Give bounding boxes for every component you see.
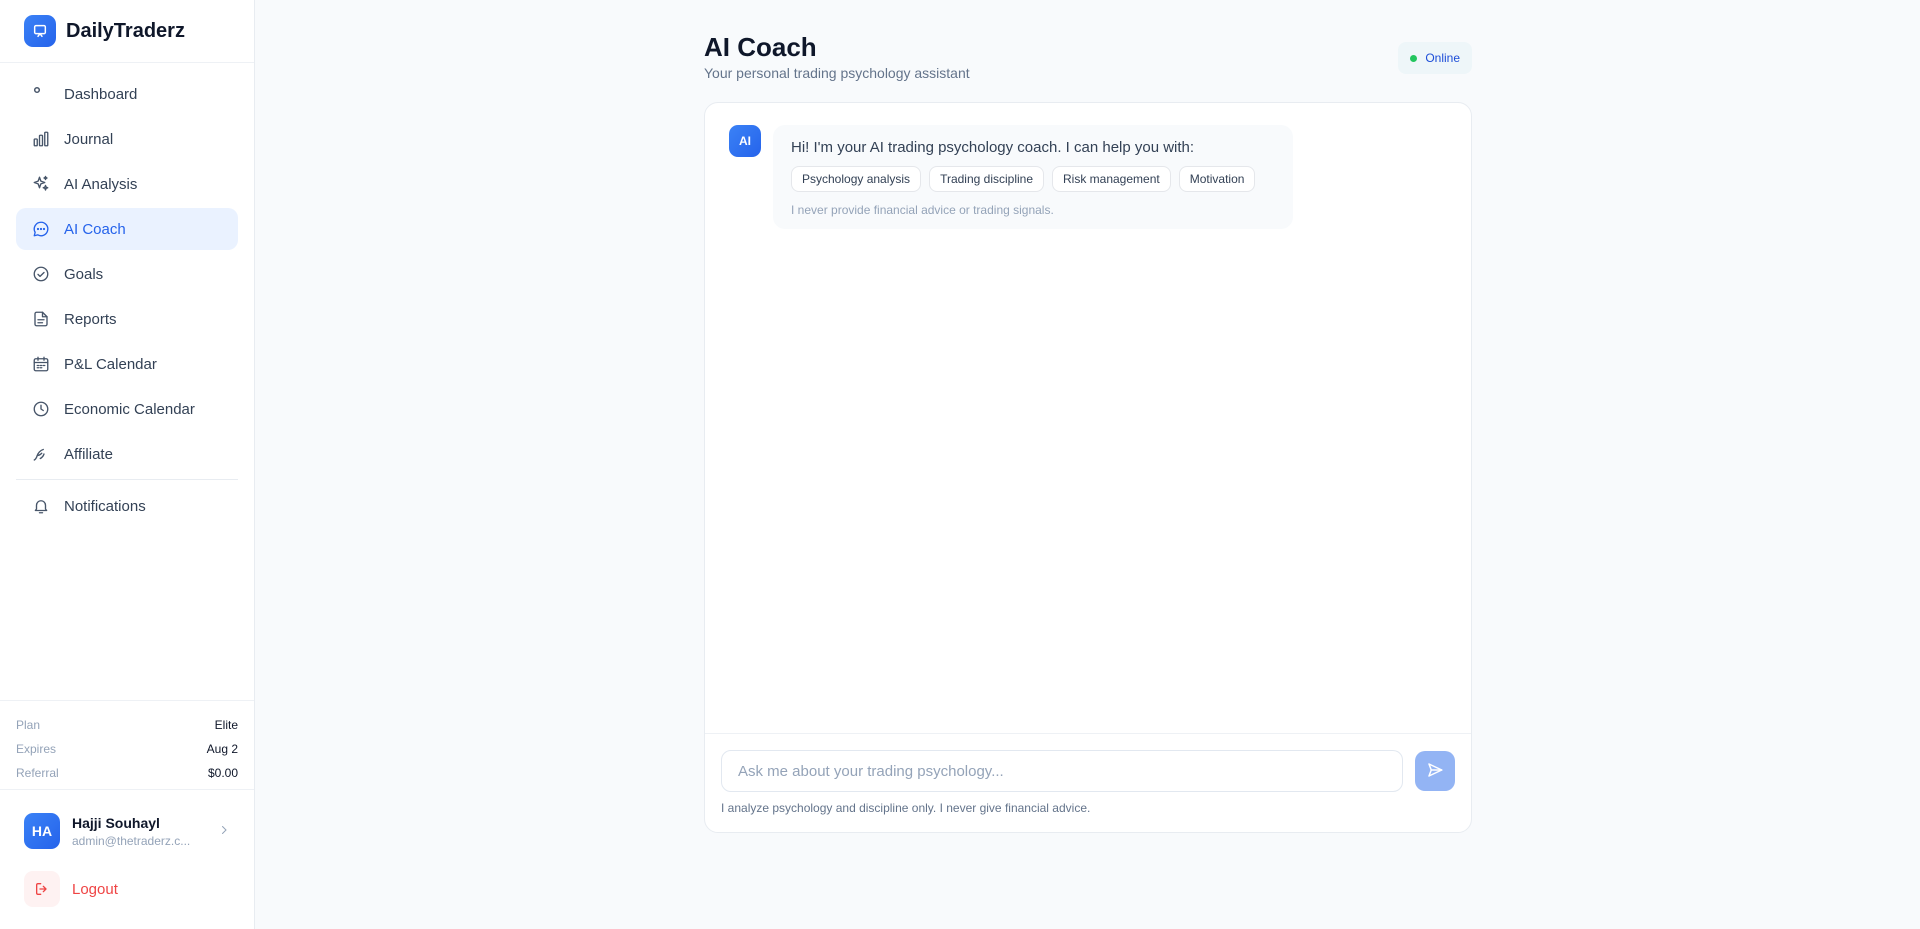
user-panel: HA Hajji Souhayl admin@thetraderz.c... L… — [0, 789, 254, 907]
composer: I analyze psychology and discipline only… — [705, 733, 1471, 815]
sidebar-item-pl-calendar[interactable]: P&L Calendar — [16, 343, 238, 385]
sidebar-item-label: Journal — [64, 130, 114, 148]
chevron-right-icon — [218, 823, 230, 839]
plan-label: Plan — [16, 718, 41, 732]
message-bubble: Hi! I'm your AI trading psychology coach… — [773, 125, 1293, 229]
sidebar-item-label: Goals — [64, 265, 104, 283]
page-title: AI Coach — [704, 32, 817, 62]
sidebar-item-label: AI Coach — [64, 220, 126, 238]
status-text: Online — [1425, 51, 1460, 65]
sidebar: DailyTraderz Dashboard Journal AI Analys… — [0, 0, 255, 929]
chip-risk-management[interactable]: Risk management — [1052, 166, 1171, 192]
document-icon — [32, 310, 50, 328]
expires-value: Aug 2 — [206, 742, 238, 756]
clock-icon — [32, 400, 50, 418]
sidebar-item-ai-analysis[interactable]: AI Analysis — [16, 163, 238, 205]
plan-summary: Plan Elite Expires Aug 2 Referral $0.00 — [0, 700, 254, 785]
check-circle-icon — [32, 265, 50, 283]
expires-label: Expires — [16, 742, 57, 756]
topic-chips: Psychology analysis Trading discipline R… — [791, 166, 1275, 192]
send-button[interactable] — [1415, 751, 1455, 791]
sidebar-item-reports[interactable]: Reports — [16, 298, 238, 340]
ai-avatar: AI — [729, 125, 761, 157]
logout-label: Logout — [72, 880, 118, 898]
sidebar-item-economic-calendar[interactable]: Economic Calendar — [16, 388, 238, 430]
sidebar-item-label: Reports — [64, 310, 117, 328]
sidebar-item-label: Notifications — [64, 497, 146, 515]
referral-value: $0.00 — [207, 766, 238, 780]
chat-panel: AI Hi! I'm your AI trading psychology co… — [704, 102, 1472, 833]
avatar: HA — [24, 813, 60, 849]
sidebar-item-goals[interactable]: Goals — [16, 253, 238, 295]
referral-row: Referral $0.00 — [16, 761, 238, 785]
brand-name: DailyTraderz — [66, 19, 185, 42]
plan-row: Plan Elite — [16, 713, 238, 737]
referral-label: Referral — [16, 766, 59, 780]
brand[interactable]: DailyTraderz — [0, 0, 254, 63]
sparkles-icon — [32, 175, 50, 193]
user-info: Hajji Souhayl admin@thetraderz.c... — [72, 815, 218, 848]
user-email: admin@thetraderz.c... — [72, 833, 191, 848]
chip-psychology-analysis[interactable]: Psychology analysis — [791, 166, 922, 192]
sidebar-nav: Dashboard Journal AI Analysis AI Coach G… — [0, 63, 254, 527]
disclaimer-text: I never provide financial advice or trad… — [791, 203, 1054, 217]
sidebar-item-affiliate[interactable]: Affiliate — [16, 433, 238, 475]
sidebar-item-label: Economic Calendar — [64, 400, 195, 418]
sidebar-item-dashboard[interactable]: Dashboard — [16, 73, 238, 115]
sidebar-item-label: Dashboard — [64, 85, 138, 103]
dot-icon — [32, 85, 50, 103]
nav-divider — [16, 479, 238, 480]
monitor-icon — [24, 15, 56, 47]
plan-value: Elite — [214, 718, 238, 732]
logout-icon — [24, 871, 60, 907]
logout-button[interactable]: Logout — [24, 871, 230, 907]
sidebar-item-label: Affiliate — [64, 445, 113, 463]
sidebar-item-notifications[interactable]: Notifications — [16, 485, 238, 527]
page-subtitle: Your personal trading psychology assista… — [704, 65, 970, 81]
chip-trading-discipline[interactable]: Trading discipline — [929, 166, 1044, 192]
bar-chart-icon — [32, 130, 50, 148]
chat-input[interactable] — [721, 750, 1403, 792]
input-row — [721, 750, 1455, 792]
expires-row: Expires Aug 2 — [16, 737, 238, 761]
send-icon — [1426, 761, 1444, 782]
sidebar-item-journal[interactable]: Journal — [16, 118, 238, 160]
chat-bubble-icon — [32, 220, 50, 238]
chip-motivation[interactable]: Motivation — [1178, 166, 1256, 192]
status-badge: Online — [1398, 42, 1472, 74]
user-name: Hajji Souhayl — [72, 814, 160, 831]
handshake-icon — [32, 445, 50, 463]
sidebar-item-ai-coach[interactable]: AI Coach — [16, 208, 238, 250]
ai-message: AI Hi! I'm your AI trading psychology co… — [729, 125, 1293, 229]
calendar-icon — [32, 355, 50, 373]
online-dot-icon — [1410, 54, 1418, 62]
sidebar-item-label: P&L Calendar — [64, 355, 157, 373]
sidebar-item-label: AI Analysis — [64, 175, 138, 193]
user-profile[interactable]: HA Hajji Souhayl admin@thetraderz.c... — [24, 813, 230, 849]
bell-icon — [32, 497, 50, 515]
composer-note: I analyze psychology and discipline only… — [721, 801, 1091, 815]
greeting-text: Hi! I'm your AI trading psychology coach… — [791, 139, 1195, 156]
